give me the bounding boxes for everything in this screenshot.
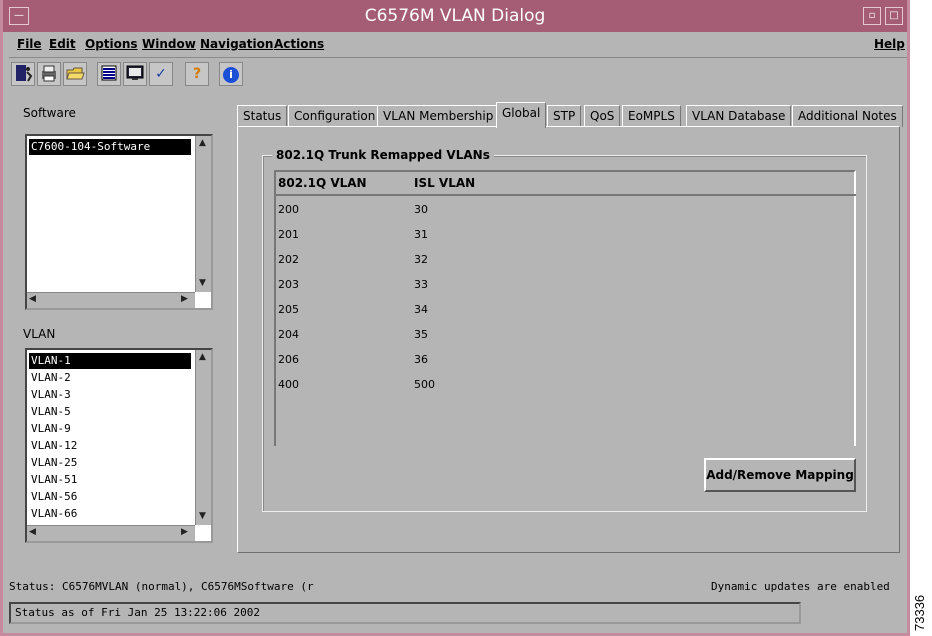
- dot1q-cell: 400: [278, 378, 299, 391]
- monitor-icon[interactable]: [123, 62, 147, 86]
- menu-window[interactable]: Window: [142, 37, 196, 51]
- software-item[interactable]: C7600-104-Software: [29, 139, 191, 155]
- column-header-8021q[interactable]: 802.1Q VLAN: [278, 176, 367, 190]
- info-icon[interactable]: i: [219, 62, 243, 86]
- dot1q-cell: 201: [278, 228, 299, 241]
- maximize-button[interactable]: □: [885, 7, 903, 25]
- tab-vlan-database[interactable]: VLAN Database: [686, 105, 792, 127]
- menu-actions[interactable]: Actions: [274, 37, 324, 51]
- tab-global[interactable]: Global: [496, 102, 547, 128]
- vlan-item[interactable]: VLAN-66: [29, 506, 77, 522]
- vlan-item[interactable]: VLAN-12: [29, 438, 77, 454]
- dot1q-cell: 203: [278, 278, 299, 291]
- scroll-right-icon[interactable]: ▶: [181, 294, 188, 304]
- column-header-isl[interactable]: ISL VLAN: [414, 176, 475, 190]
- vlan-list[interactable]: VLAN-1 VLAN-2 VLAN-3 VLAN-5 VLAN-9 VLAN-…: [25, 348, 213, 543]
- menu-navigation[interactable]: Navigation: [200, 37, 273, 51]
- scroll-left-icon[interactable]: ◀: [29, 294, 36, 304]
- vlan-item[interactable]: VLAN-1: [29, 353, 191, 369]
- vlan-item[interactable]: VLAN-5: [29, 404, 71, 420]
- isl-cell: 31: [414, 228, 428, 241]
- exit-icon[interactable]: [11, 62, 35, 86]
- help-icon[interactable]: ?: [185, 62, 209, 86]
- vlan-dialog-window: — C6576M VLAN Dialog ▫ □ File Edit Optio…: [0, 0, 910, 636]
- vlan-item[interactable]: VLAN-51: [29, 472, 77, 488]
- global-tab-panel: 802.1Q Trunk Remapped VLANs 802.1Q VLAN …: [237, 126, 900, 553]
- updates-text: Dynamic updates are enabled: [711, 580, 890, 593]
- vlan-item[interactable]: VLAN-9: [29, 421, 71, 437]
- dot1q-cell: 206: [278, 353, 299, 366]
- software-horizontal-scrollbar[interactable]: ◀ ▶: [27, 292, 195, 308]
- isl-cell: 34: [414, 303, 428, 316]
- tab-stp[interactable]: STP: [547, 105, 582, 127]
- folder-open-icon[interactable]: [63, 62, 87, 86]
- tab-qos[interactable]: QoS: [584, 105, 621, 127]
- menu-edit[interactable]: Edit: [49, 37, 76, 51]
- checkmark-icon[interactable]: ✓: [149, 62, 173, 86]
- vlan-horizontal-scrollbar[interactable]: ◀ ▶: [27, 525, 195, 541]
- vlan-vertical-scrollbar[interactable]: ▲ ▼: [195, 350, 211, 525]
- status-line: Status: C6576MVLAN (normal), C6576MSoftw…: [9, 580, 907, 596]
- software-vertical-scrollbar[interactable]: ▲ ▼: [195, 136, 211, 292]
- menu-help[interactable]: Help: [874, 37, 905, 51]
- tab-vlan-membership[interactable]: VLAN Membership: [377, 105, 500, 127]
- list-icon[interactable]: [97, 62, 121, 86]
- software-list[interactable]: C7600-104-Software ▲ ▼ ◀ ▶: [25, 134, 213, 310]
- dot1q-cell: 200: [278, 203, 299, 216]
- title-bar[interactable]: — C6576M VLAN Dialog ▫ □: [3, 0, 907, 32]
- minimize-button[interactable]: ▫: [863, 7, 881, 25]
- remap-table[interactable]: 802.1Q VLAN ISL VLAN 200 30 201 31 202 32 2…: [274, 170, 856, 446]
- scroll-up-icon[interactable]: ▲: [199, 352, 206, 362]
- scroll-right-icon[interactable]: ▶: [181, 527, 188, 537]
- group-title: 802.1Q Trunk Remapped VLANs: [272, 148, 494, 162]
- figure-id: 73336: [912, 594, 927, 631]
- vlan-item[interactable]: VLAN-2: [29, 370, 71, 386]
- tab-additional-notes[interactable]: Additional Notes: [792, 105, 903, 127]
- add-remove-mapping-button[interactable]: Add/Remove Mapping: [704, 458, 856, 492]
- window-title: C6576M VLAN Dialog: [364, 6, 546, 26]
- status-box: Status as of Fri Jan 25 13:22:06 2002: [9, 602, 801, 624]
- menu-options[interactable]: Options: [85, 37, 138, 51]
- tab-status[interactable]: Status: [237, 105, 288, 127]
- scroll-down-icon[interactable]: ▼: [199, 511, 206, 521]
- scroll-up-icon[interactable]: ▲: [199, 138, 206, 148]
- header-divider: [276, 194, 856, 196]
- isl-cell: 30: [414, 203, 428, 216]
- isl-cell: 36: [414, 353, 428, 366]
- info-glyph: i: [223, 67, 239, 83]
- menu-bar: File Edit Options Window Navigation Acti…: [9, 32, 907, 58]
- scroll-left-icon[interactable]: ◀: [29, 527, 36, 537]
- dot1q-cell: 202: [278, 253, 299, 266]
- status-text: Status: C6576MVLAN (normal), C6576MSoftw…: [9, 580, 314, 593]
- tab-configuration[interactable]: Configuration: [288, 105, 382, 127]
- vlan-label: VLAN: [23, 327, 56, 341]
- vlan-item[interactable]: VLAN-25: [29, 455, 77, 471]
- dot1q-cell: 204: [278, 328, 299, 341]
- tab-eompls[interactable]: EoMPLS: [622, 105, 681, 127]
- isl-cell: 35: [414, 328, 428, 341]
- isl-cell: 500: [414, 378, 435, 391]
- vlan-item[interactable]: VLAN-56: [29, 489, 77, 505]
- isl-cell: 33: [414, 278, 428, 291]
- scroll-down-icon[interactable]: ▼: [199, 278, 206, 288]
- menu-file[interactable]: File: [17, 37, 42, 51]
- software-label: Software: [23, 106, 76, 120]
- vlan-item[interactable]: VLAN-3: [29, 387, 71, 403]
- dot1q-cell: 205: [278, 303, 299, 316]
- printer-icon[interactable]: [37, 62, 61, 86]
- isl-cell: 32: [414, 253, 428, 266]
